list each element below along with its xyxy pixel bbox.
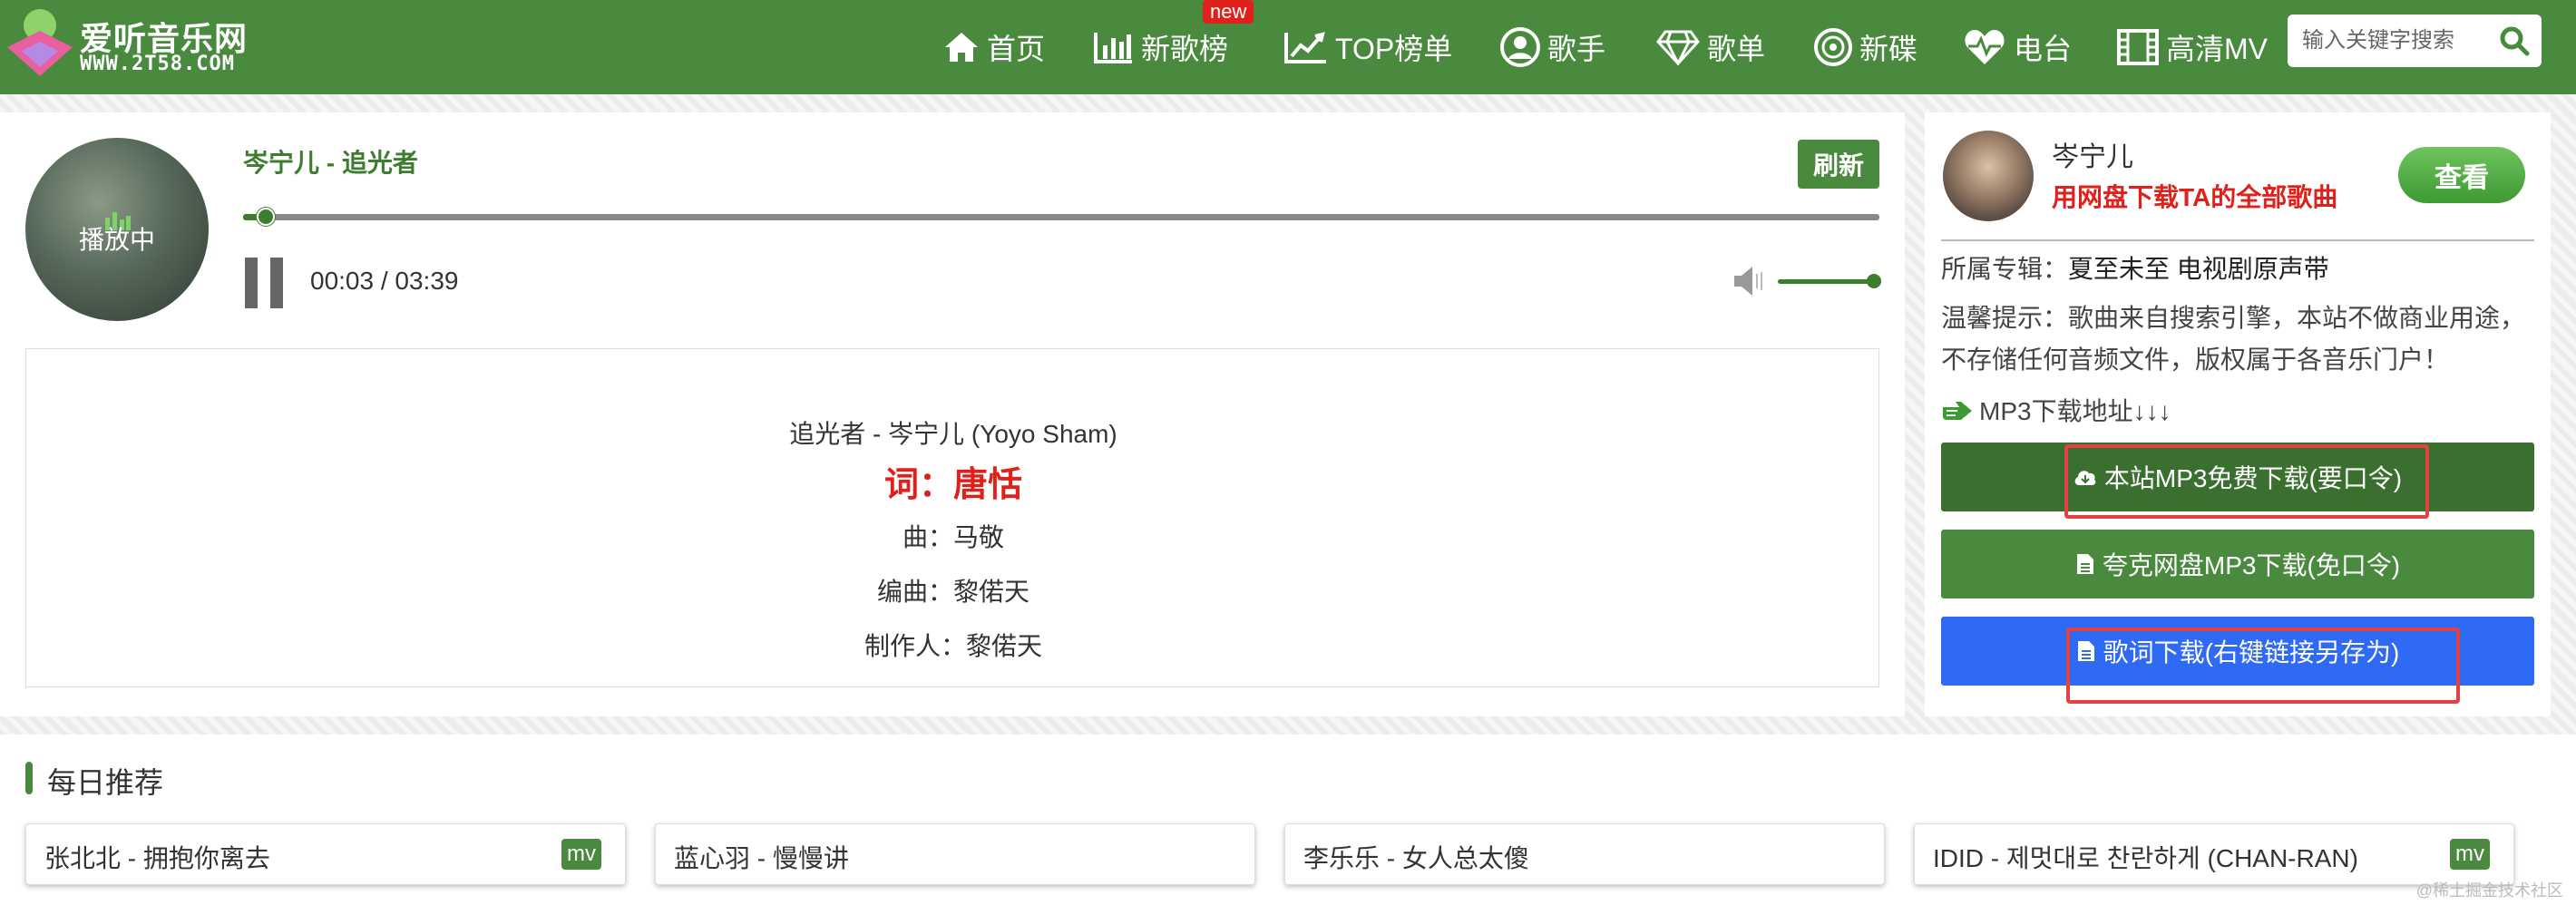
trend-chart-icon	[1284, 32, 1326, 63]
nav-item-hd-mv[interactable]: 高清MV	[2117, 22, 2268, 73]
lyric-line: 追光者 - 岑宁儿 (Yoyo Sham)	[789, 420, 1117, 448]
nav-label-singers: 歌手	[1547, 33, 1606, 65]
progress-bar[interactable]	[243, 208, 1879, 226]
playing-status: 播放中	[78, 226, 155, 254]
nav-label-new-songs: 新歌榜	[1141, 33, 1229, 65]
nav-label-new-albums: 新碟	[1859, 33, 1918, 65]
divider	[1941, 239, 2534, 241]
hand-pointer-icon	[1943, 402, 1972, 420]
nav-item-singers[interactable]: 歌手	[1500, 22, 1605, 73]
heart-pulse-icon	[1965, 30, 2005, 64]
song-info-panel: 岑宁儿 用网盘下载TA的全部歌曲 查看 所属专辑：夏至未至 电视剧原声带 温馨提…	[1925, 112, 2551, 716]
recommend-item-label: 蓝心羽 - 慢慢讲	[674, 844, 849, 872]
top-nav-bar: 爱听音乐网 WWW.2T58.COM 首页 新歌榜 new TOP榜单 歌手 歌…	[0, 0, 2576, 94]
section-title: 每日推荐	[47, 766, 164, 799]
lyrics-download-label: 歌词下载(右键链接另存为)	[2103, 638, 2400, 667]
nav-label-home: 首页	[987, 33, 1046, 65]
volume-slider[interactable]	[1778, 279, 1879, 284]
site-logo[interactable]: 爱听音乐网 WWW.2T58.COM	[4, 5, 276, 87]
album-info: 所属专辑：夏至未至 电视剧原声带	[1941, 248, 2329, 290]
singer-name[interactable]: 岑宁儿	[2052, 134, 2133, 174]
section-marker	[25, 762, 33, 794]
mv-badge[interactable]: mv	[2450, 839, 2490, 870]
nav-item-radio[interactable]: 电台	[1963, 22, 2072, 73]
nav-item-home[interactable]: 首页	[943, 22, 1045, 73]
pause-icon-left	[245, 258, 258, 308]
site-mp3-download-label: 本站MP3免费下载(要口令)	[2103, 464, 2403, 492]
album-cover: 播放中	[25, 138, 209, 321]
file-icon	[2077, 641, 2094, 661]
playback-time: 00:03 / 03:39	[310, 267, 459, 295]
player-panel: 播放中 岑宁儿 - 追光者 刷新 00:03 / 03:39 追光者 - 岑宁儿…	[0, 112, 1905, 716]
quark-download-label: 夸克网盘MP3下载(免口令)	[2102, 551, 2401, 579]
recommend-item-label: 张北北 - 拥抱你离去	[44, 844, 270, 872]
lyric-line: 编曲：黎偌天	[876, 578, 1029, 606]
album-value[interactable]: 夏至未至 电视剧原声带	[2068, 255, 2329, 283]
lyrics-panel: 追光者 - 岑宁儿 (Yoyo Sham) 词：唐恬 曲：马敬 编曲：黎偌天 制…	[25, 348, 1879, 687]
mp3-download-label: MP3下载地址↓↓↓	[1979, 397, 2171, 425]
diamond-icon	[1656, 30, 1700, 65]
volume-thumb[interactable]	[1867, 274, 1881, 288]
site-mp3-download-button[interactable]: 本站MP3免费下载(要口令)	[1941, 443, 2534, 511]
singer-avatar[interactable]	[1943, 131, 2034, 221]
lyric-line: 制作人：黎偌天	[864, 632, 1042, 660]
recommend-item[interactable]: IDID - 제멋대로 찬란하게 (CHAN-RAN) mv	[1914, 823, 2514, 885]
cloud-download-icon	[2074, 471, 2096, 485]
search-button[interactable]	[2494, 22, 2534, 60]
nav-item-top-charts[interactable]: TOP榜单	[1284, 22, 1452, 73]
mv-badge[interactable]: mv	[561, 839, 601, 870]
logo-icon	[7, 9, 73, 76]
watermark: @稀土掘金技术社区	[2415, 881, 2563, 900]
disclaimer-text: 温馨提示：歌曲来自搜索引擎，本站不做商业用途，不存储任何音频文件，版权属于各音乐…	[1941, 304, 2526, 374]
lyric-line: 曲：马敬	[902, 523, 1004, 551]
volume-button[interactable]	[1732, 263, 1765, 304]
search-icon	[2500, 26, 2530, 56]
daily-recommend-section: 每日推荐 张北北 - 拥抱你离去 mv 蓝心羽 - 慢慢讲 李乐乐 - 女人总太…	[0, 735, 2576, 905]
view-singer-button[interactable]: 查看	[2398, 147, 2525, 203]
recommend-item-label: IDID - 제멋대로 찬란하게 (CHAN-RAN)	[1933, 844, 2358, 872]
nav-item-new-songs[interactable]: 新歌榜	[1094, 22, 1228, 73]
refresh-button[interactable]: 刷新	[1798, 140, 1879, 189]
recommend-item[interactable]: 蓝心羽 - 慢慢讲	[655, 823, 1255, 885]
recommend-item[interactable]: 张北北 - 拥抱你离去 mv	[25, 823, 626, 885]
new-badge: new	[1203, 0, 1254, 24]
recommend-item[interactable]: 李乐乐 - 女人总太傻	[1284, 823, 1885, 885]
user-circle-icon	[1500, 27, 1540, 67]
search-input[interactable]	[2302, 25, 2493, 56]
album-label: 所属专辑：	[1941, 255, 2069, 283]
nav-item-new-albums[interactable]: 新碟	[1814, 22, 1917, 73]
disc-icon	[1814, 28, 1852, 66]
film-icon	[2117, 29, 2159, 65]
pause-icon-right	[270, 258, 283, 308]
nav-label-top-charts: TOP榜单	[1335, 33, 1453, 65]
search-box	[2288, 15, 2542, 67]
song-title: 岑宁儿 - 追光者	[243, 149, 418, 177]
lyric-line-current: 词：唐恬	[883, 466, 1022, 504]
home-icon	[945, 33, 978, 62]
lyrics-download-button[interactable]: 歌词下载(右键链接另存为)	[1941, 617, 2534, 686]
file-icon	[2076, 554, 2093, 574]
recommend-item-label: 李乐乐 - 女人总太傻	[1303, 844, 1529, 872]
nav-item-playlists[interactable]: 歌单	[1656, 22, 1765, 73]
nav-label-hd-mv: 高清MV	[2166, 33, 2269, 65]
nav-label-radio: 电台	[2014, 33, 2073, 65]
site-domain: WWW.2T58.COM	[80, 53, 235, 75]
bar-chart-icon	[1094, 33, 1132, 63]
quark-download-button[interactable]: 夸克网盘MP3下载(免口令)	[1941, 530, 2534, 598]
nav-label-playlists: 歌单	[1707, 33, 1766, 65]
pause-button[interactable]	[245, 258, 285, 308]
speaker-icon	[1734, 267, 1762, 296]
progress-thumb[interactable]	[257, 208, 276, 226]
mp3-download-heading: MP3下载地址↓↓↓	[1941, 392, 2171, 428]
singer-all-songs-link[interactable]: 用网盘下载TA的全部歌曲	[2052, 178, 2337, 214]
